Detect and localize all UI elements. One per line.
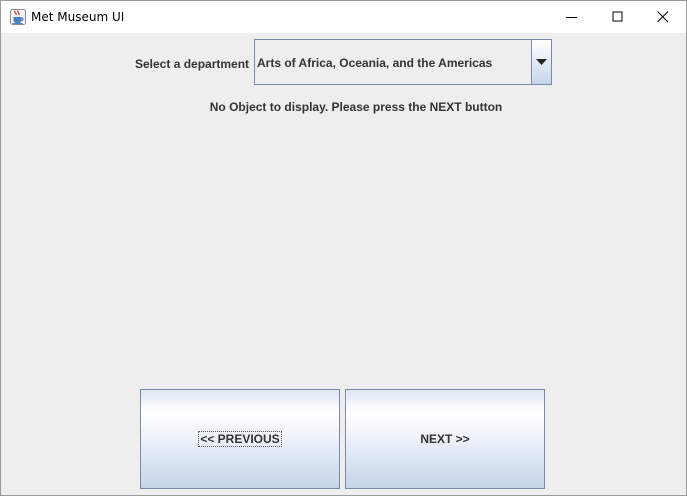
window-title: Met Museum UI [31, 10, 125, 24]
department-label: Select a department [135, 57, 250, 71]
chevron-down-icon [536, 59, 547, 65]
minimize-icon [566, 17, 577, 18]
java-cup-icon [10, 9, 26, 25]
dropdown-button[interactable] [531, 40, 551, 84]
title-bar[interactable]: Met Museum UI [1, 1, 686, 33]
previous-button-label: << PREVIOUS [198, 431, 282, 447]
status-message: No Object to display. Please press the N… [209, 100, 503, 114]
previous-button[interactable]: << PREVIOUS [140, 389, 340, 489]
next-button[interactable]: NEXT >> [345, 389, 545, 489]
content-panel: Select a department Arts of Africa, Ocea… [1, 33, 686, 495]
department-selected-value: Arts of Africa, Oceania, and the America… [257, 56, 493, 70]
maximize-button[interactable] [595, 1, 641, 33]
close-button[interactable] [640, 1, 686, 33]
maximize-icon [612, 11, 623, 22]
minimize-button[interactable] [549, 1, 595, 33]
department-select[interactable]: Arts of Africa, Oceania, and the America… [254, 39, 552, 85]
app-window: Met Museum UI Select a department Arts o… [0, 0, 687, 496]
close-icon [657, 11, 669, 23]
next-button-label: NEXT >> [420, 432, 470, 446]
